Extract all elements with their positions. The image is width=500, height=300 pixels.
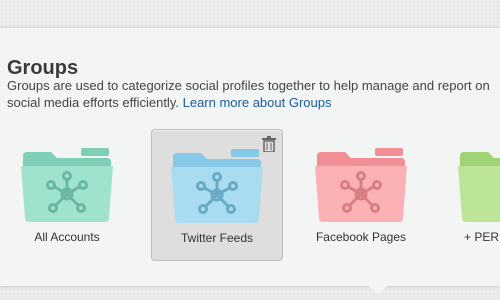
group-label: All Accounts — [34, 230, 100, 244]
group-label: Facebook Pages — [315, 230, 407, 244]
group-label: Twitter Feeds — [180, 231, 254, 245]
group-tile-twitter-feeds[interactable]: Twitter Feeds — [151, 129, 283, 261]
group-tile-all-accounts[interactable]: All Accounts — [2, 129, 132, 259]
groups-description: Groups are used to categorize social pro… — [7, 77, 500, 111]
learn-more-link[interactable]: Learn more about Groups — [183, 95, 332, 110]
group-tile-facebook-pages[interactable]: Facebook Pages — [296, 129, 426, 259]
folder-icon — [171, 149, 263, 223]
folder-icon — [458, 152, 500, 222]
group-label: + PER — [464, 230, 500, 244]
folder-icon — [315, 148, 407, 222]
group-tile-add-personal[interactable]: + PER — [439, 129, 500, 259]
trash-icon[interactable] — [262, 136, 276, 152]
folder-icon — [21, 148, 113, 222]
panel-pointer — [366, 284, 390, 294]
